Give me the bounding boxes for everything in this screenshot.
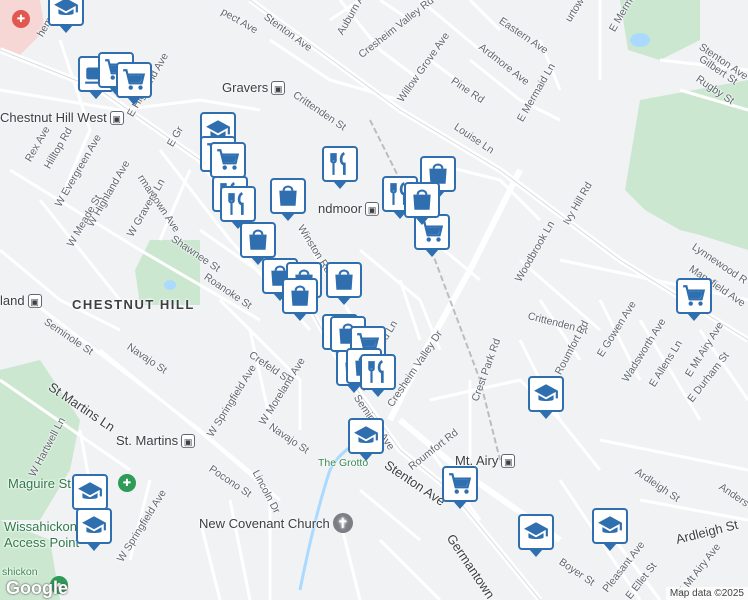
map-canvas[interactable]: CHESTNUT HILL Gravers ▣ Chestnut Hill Wes… xyxy=(0,0,748,600)
church-icon: ✝ xyxy=(332,513,353,533)
school-icon xyxy=(523,519,549,545)
park-activity-icon[interactable]: ✚ xyxy=(118,474,136,492)
shopping-cart-icon xyxy=(681,283,707,309)
shopping-bag-icon xyxy=(331,267,357,293)
shopping-bag-icon xyxy=(245,227,271,253)
map-pin-school[interactable] xyxy=(528,376,564,419)
map-pin-school[interactable] xyxy=(72,474,108,517)
place-wissahickon: Wissahickon xyxy=(4,519,77,534)
school-icon xyxy=(353,423,379,449)
map-pin-restaurant[interactable] xyxy=(220,186,256,229)
map-pin-school[interactable] xyxy=(76,508,112,551)
google-logo: Google xyxy=(6,578,68,598)
map-pin-shopping-cart[interactable] xyxy=(676,278,712,321)
map-pin-school[interactable] xyxy=(348,418,384,461)
map-pin-shopping-bag[interactable] xyxy=(326,262,362,305)
shopping-cart-icon xyxy=(121,67,147,93)
shopping-bag-icon xyxy=(287,283,313,309)
station-st-martins-label: St. Martins xyxy=(116,433,179,448)
school-icon xyxy=(597,513,623,539)
map-pin-shopping-bag[interactable] xyxy=(270,178,306,221)
station-gravers-label: Gravers xyxy=(222,80,269,95)
station-st-martins[interactable]: St. Martins ▣ xyxy=(116,433,196,448)
restaurant-icon xyxy=(327,151,353,177)
station-highland[interactable]: land ▣ xyxy=(0,293,42,308)
place-wissahickon-partial: shickon xyxy=(2,566,38,578)
map-pin-school[interactable] xyxy=(48,0,84,33)
rail-icon: ▣ xyxy=(501,453,516,468)
map-pin-shopping-bag[interactable] xyxy=(404,182,440,225)
map-pin-school[interactable] xyxy=(518,514,554,557)
school-icon xyxy=(533,381,559,407)
shopping-bag-icon xyxy=(275,183,301,209)
shopping-cart-icon xyxy=(447,471,473,497)
rail-icon: ▣ xyxy=(27,293,42,308)
map-attribution[interactable]: Map data ©2025 xyxy=(665,587,748,600)
restaurant-icon xyxy=(365,359,391,385)
station-chestnut-hill-west-label: Chestnut Hill West xyxy=(0,110,107,125)
neighborhood-label-chestnut-hill: CHESTNUT HILL xyxy=(72,297,195,312)
place-maguire: Maguire St xyxy=(8,476,71,491)
place-new-covenant-church[interactable]: New Covenant Church ✝ xyxy=(199,513,353,533)
map-pin-shopping-cart[interactable] xyxy=(442,466,478,509)
rail-icon: ▣ xyxy=(271,80,286,95)
map-pin-restaurant[interactable] xyxy=(360,354,396,397)
station-gravers[interactable]: Gravers ▣ xyxy=(222,80,286,95)
station-wyndmoor-label: ndmoor xyxy=(318,201,363,216)
station-highland-label: land xyxy=(0,293,25,308)
shopping-bag-icon xyxy=(409,187,435,213)
map-pin-shopping-cart[interactable] xyxy=(116,62,152,105)
school-icon xyxy=(53,0,79,21)
rail-icon: ▣ xyxy=(181,433,196,448)
school-icon xyxy=(81,513,107,539)
place-access-point: Access Point xyxy=(4,535,80,550)
place-new-covenant-church-label: New Covenant Church xyxy=(199,515,330,531)
hospital-icon[interactable]: ✚ xyxy=(12,10,30,28)
map-pin-shopping-bag[interactable] xyxy=(240,222,276,265)
station-wyndmoor[interactable]: ndmoor ▣ xyxy=(318,201,380,216)
station-chestnut-hill-west[interactable]: Chestnut Hill West ▣ xyxy=(0,110,124,125)
map-pin-school[interactable] xyxy=(592,508,628,551)
shopping-cart-icon xyxy=(215,147,241,173)
restaurant-icon xyxy=(225,191,251,217)
map-pin-restaurant[interactable] xyxy=(322,146,358,189)
school-icon xyxy=(77,479,103,505)
rail-icon: ▣ xyxy=(365,201,380,216)
map-pin-shopping-bag[interactable] xyxy=(282,278,318,321)
rail-icon: ▣ xyxy=(109,110,124,125)
map-pin-shopping-cart[interactable] xyxy=(210,142,246,185)
